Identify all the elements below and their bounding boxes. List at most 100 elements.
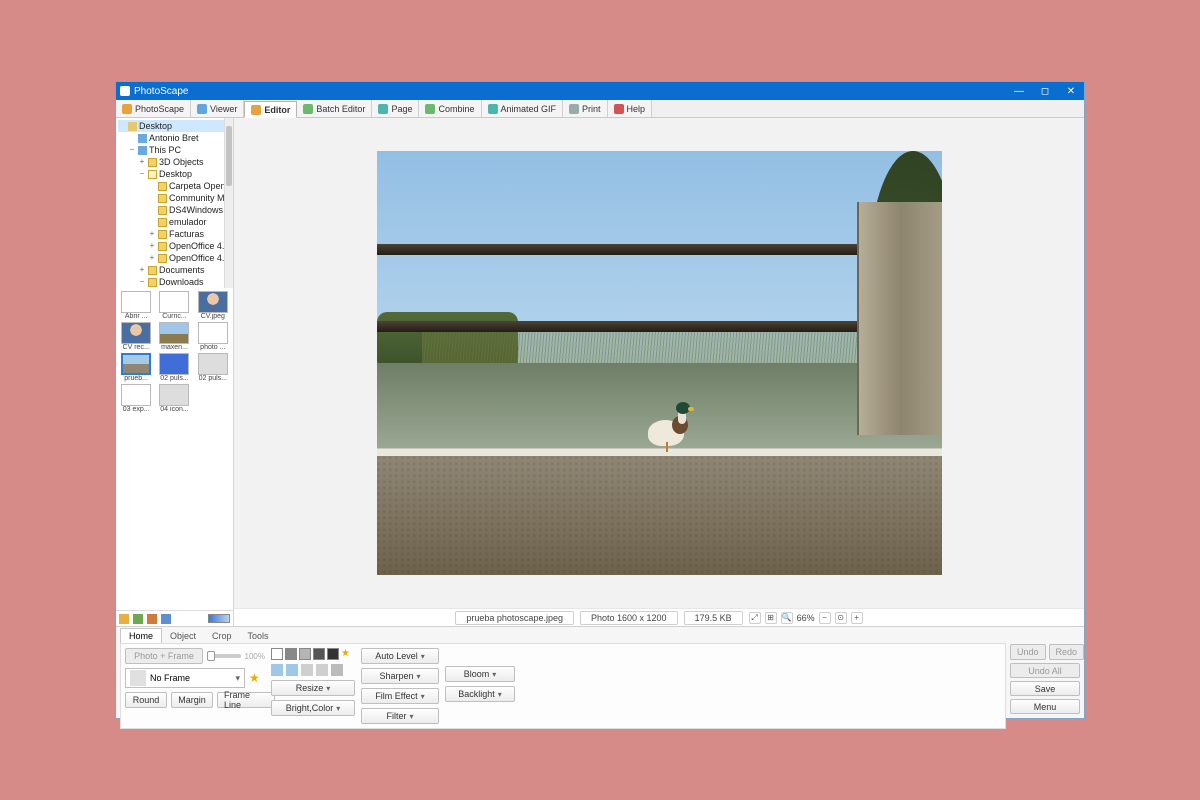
tree-item[interactable]: emulador — [118, 216, 233, 228]
swatch-5[interactable] — [327, 648, 339, 660]
home-icon[interactable] — [119, 614, 129, 624]
zoom-controls: ⤢ ⊞ 🔍 66% − ⊙ + — [749, 612, 863, 624]
tree-item[interactable]: +OpenOffice 4. — [118, 252, 233, 264]
folder-tree[interactable]: DesktopAntonio Bret−This PC+3D Objects−D… — [116, 118, 233, 288]
zoom-reset-icon[interactable]: ⊙ — [835, 612, 847, 624]
home-tab-tools[interactable]: Tools — [240, 629, 277, 643]
home-tab-crop[interactable]: Crop — [204, 629, 240, 643]
swatch-2[interactable] — [285, 648, 297, 660]
app-tab-print[interactable]: Print — [563, 100, 608, 117]
thumbnail-item[interactable]: maxen... — [156, 322, 192, 351]
expand-icon[interactable]: − — [138, 276, 146, 288]
tree-item[interactable]: Antonio Bret — [118, 132, 233, 144]
plus-icon[interactable] — [161, 614, 171, 624]
redo-button[interactable]: Redo — [1049, 644, 1085, 660]
thumbnail-item[interactable]: Abrir ... — [118, 291, 154, 320]
thumbnail-item[interactable]: 04 icon... — [156, 384, 192, 413]
round-button[interactable]: Round — [125, 692, 167, 708]
rotate-right-icon[interactable] — [286, 664, 298, 676]
tree-item[interactable]: Desktop — [118, 120, 233, 132]
flip-h-icon[interactable] — [301, 664, 313, 676]
size-slider-icon[interactable] — [208, 614, 230, 623]
photo-preview[interactable] — [377, 151, 942, 575]
filter-button[interactable]: Filter — [361, 708, 439, 724]
expand-icon[interactable]: + — [148, 228, 156, 240]
tree-item[interactable]: −Desktop — [118, 168, 233, 180]
app-tab-animated-gif[interactable]: Animated GIF — [482, 100, 564, 117]
star-icon[interactable] — [147, 614, 157, 624]
expand-icon[interactable]: + — [138, 156, 146, 168]
thumbnail-item[interactable]: CV.jpeg — [195, 291, 231, 320]
expand-icon[interactable]: + — [148, 240, 156, 252]
app-tab-photoscape[interactable]: PhotoScape — [116, 100, 191, 117]
frameline-button[interactable]: Frame Line — [217, 692, 275, 708]
tree-item[interactable]: −Downloads — [118, 276, 233, 288]
app-tab-viewer[interactable]: Viewer — [191, 100, 244, 117]
close-button[interactable]: ✕ — [1058, 82, 1084, 100]
tree-item[interactable]: Community Ma — [118, 192, 233, 204]
app-tab-combine[interactable]: Combine — [419, 100, 481, 117]
opacity-slider[interactable] — [207, 654, 241, 658]
rotate-left-icon[interactable] — [271, 664, 283, 676]
thumbnail-item[interactable]: 02 puls... — [156, 353, 192, 382]
fit-icon[interactable]: ⤢ — [749, 612, 761, 624]
tree-item[interactable]: +OpenOffice 4. — [118, 240, 233, 252]
titlebar[interactable]: PhotoScape — ◻ ✕ — [116, 82, 1084, 100]
app-tab-batch-editor[interactable]: Batch Editor — [297, 100, 372, 117]
app-tab-editor[interactable]: Editor — [244, 101, 297, 118]
undoall-button[interactable]: Undo All — [1010, 663, 1080, 678]
home-tab-home[interactable]: Home — [120, 628, 162, 643]
canvas[interactable] — [234, 118, 1084, 608]
backlight-button[interactable]: Backlight — [445, 686, 515, 702]
thumbnail-item[interactable]: 02 puls... — [195, 353, 231, 382]
app-tab-page[interactable]: Page — [372, 100, 419, 117]
tree-item[interactable]: +3D Objects — [118, 156, 233, 168]
tree-item[interactable]: Carpeta Open — [118, 180, 233, 192]
expand-icon[interactable]: + — [148, 252, 156, 264]
expand-icon[interactable]: − — [138, 168, 146, 180]
margin-button[interactable]: Margin — [171, 692, 213, 708]
brightcolor-button[interactable]: Bright,Color — [271, 700, 355, 716]
swatch-star-icon[interactable]: ★ — [341, 648, 350, 660]
scrollbar-thumb[interactable] — [226, 126, 232, 186]
photo-frame-button[interactable]: Photo + Frame — [125, 648, 203, 664]
favorite-star-icon[interactable]: ★ — [249, 671, 260, 685]
swatch-4[interactable] — [313, 648, 325, 660]
save-button[interactable]: Save — [1010, 681, 1080, 696]
thumbnail-item[interactable]: Curric... — [156, 291, 192, 320]
resize-button[interactable]: Resize — [271, 680, 355, 696]
app-tab-help[interactable]: Help — [608, 100, 653, 117]
swatch-3[interactable] — [299, 648, 311, 660]
bloom-button[interactable]: Bloom — [445, 666, 515, 682]
tree-label: Antonio Bret — [149, 132, 199, 144]
tree-item[interactable]: DS4Windows — [118, 204, 233, 216]
flip-v-icon[interactable] — [316, 664, 328, 676]
autolevel-button[interactable]: Auto Level — [361, 648, 439, 664]
swatch-1[interactable] — [271, 648, 283, 660]
zoom-out-icon[interactable]: − — [819, 612, 831, 624]
home-tab-object[interactable]: Object — [162, 629, 204, 643]
filmeffect-button[interactable]: Film Effect — [361, 688, 439, 704]
menu-button[interactable]: Menu — [1010, 699, 1080, 714]
tree-item[interactable]: +Documents — [118, 264, 233, 276]
tree-item[interactable]: +Facturas — [118, 228, 233, 240]
refresh-icon[interactable] — [133, 614, 143, 624]
minimize-button[interactable]: — — [1006, 82, 1032, 100]
rotate-free-icon[interactable] — [331, 664, 343, 676]
tree-scrollbar[interactable] — [224, 118, 233, 288]
undo-button[interactable]: Undo — [1010, 644, 1046, 660]
expand-icon[interactable]: + — [138, 264, 146, 276]
thumbnail-item[interactable]: prueb... — [118, 353, 154, 382]
tree-item[interactable]: −This PC — [118, 144, 233, 156]
zoom-in-icon[interactable]: + — [851, 612, 863, 624]
sharpen-button[interactable]: Sharpen — [361, 668, 439, 684]
thumbnail-image — [159, 353, 189, 375]
expand-icon[interactable]: − — [128, 144, 136, 156]
zoom-100-icon[interactable]: 🔍 — [781, 612, 793, 624]
thumbnail-item[interactable]: photo ... — [195, 322, 231, 351]
frame-select[interactable]: No Frame ▾ — [125, 668, 245, 688]
thumbnail-item[interactable]: 03 exp... — [118, 384, 154, 413]
maximize-button[interactable]: ◻ — [1032, 82, 1058, 100]
zoom-actual-icon[interactable]: ⊞ — [765, 612, 777, 624]
thumbnail-item[interactable]: CV rec... — [118, 322, 154, 351]
